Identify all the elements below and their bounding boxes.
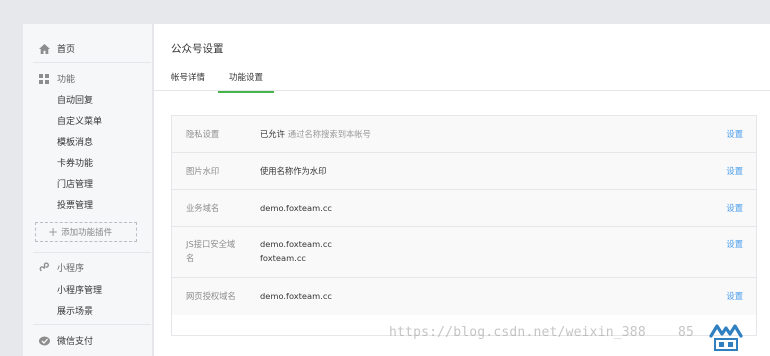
- sidebar-item-miniprogram-management[interactable]: 小程序管理: [57, 283, 102, 296]
- grid-icon: [38, 73, 50, 85]
- sidebar-group-label: 小程序: [57, 264, 85, 274]
- row-label-line: 名: [186, 253, 195, 263]
- domain-value: demo.foxteam.cc: [260, 239, 332, 249]
- row-value: demo.foxteam.cc: [260, 203, 332, 213]
- settings-row-privacy: 隐私设置 已允许 通过名称搜索到本帐号 设置: [172, 116, 756, 153]
- sidebar-group-label: 功能: [57, 75, 76, 85]
- sidebar-group-function: 功能: [23, 72, 75, 85]
- row-label: 隐私设置: [186, 129, 220, 139]
- main-panel: 公众号设置 帐号详情 功能设置 隐私设置 已允许 通过名称搜索到本帐号 设置 图片…: [154, 24, 770, 356]
- tab-bar: 帐号详情 功能设置: [154, 64, 770, 93]
- sidebar-group-wechat-pay[interactable]: 微信支付: [23, 334, 93, 347]
- page-title: 公众号设置: [171, 43, 224, 55]
- domain-value: foxteam.cc: [260, 253, 306, 263]
- sidebar-item-vote-management[interactable]: 投票管理: [57, 198, 93, 211]
- plus-icon: +: [48, 225, 59, 239]
- settings-link-oauth-domain[interactable]: 设置: [726, 289, 743, 303]
- settings-link-business-domain[interactable]: 设置: [726, 201, 743, 215]
- row-label: JS接口安全域 名: [186, 237, 235, 265]
- privacy-status: 已允许: [260, 129, 285, 139]
- sidebar-item-store-management[interactable]: 门店管理: [57, 177, 93, 190]
- settings-row-oauth-domain: 网页授权域名 demo.foxteam.cc 设置: [172, 278, 756, 315]
- sidebar-group-label: 微信支付: [57, 337, 94, 347]
- sidebar-divider: [33, 62, 151, 63]
- sidebar-item-display-scenes[interactable]: 展示场景: [57, 304, 93, 317]
- top-bar: [0, 0, 770, 24]
- sidebar-item-home[interactable]: 首页: [23, 42, 75, 55]
- settings-table: 隐私设置 已允许 通过名称搜索到本帐号 设置 图片水印 使用名称作为水印 设置 业…: [171, 115, 757, 336]
- row-value: 使用名称作为水印: [260, 166, 327, 176]
- sidebar-item-custom-menu[interactable]: 自定义菜单: [57, 114, 102, 127]
- sidebar-item-template-message[interactable]: 模板消息: [57, 135, 93, 148]
- sidebar: 首页 功能 自动回复 自定义菜单 模板消息 卡券功能 门店管理 投票管理 + 添…: [23, 24, 153, 356]
- row-value: demo.foxteam.cc foxteam.cc: [260, 237, 332, 265]
- settings-link-watermark[interactable]: 设置: [726, 164, 743, 178]
- privacy-hint: 通过名称搜索到本帐号: [287, 129, 371, 139]
- row-label: 图片水印: [186, 166, 220, 176]
- sidebar-item-label: 首页: [57, 45, 76, 55]
- settings-row-js-domain: JS接口安全域 名 demo.foxteam.cc foxteam.cc 设置: [172, 227, 756, 278]
- sidebar-group-miniprogram: 小程序: [23, 261, 84, 274]
- sidebar-item-auto-reply[interactable]: 自动回复: [57, 93, 93, 106]
- wechat-pay-icon: [38, 335, 50, 347]
- sidebar-item-coupons[interactable]: 卡券功能: [57, 156, 93, 169]
- row-label: 业务域名: [186, 203, 220, 213]
- watermark-text: https://blog.csdn.net/weixin_388 85: [389, 325, 695, 340]
- settings-link-js-domain[interactable]: 设置: [726, 237, 743, 251]
- row-label: 网页授权域名: [186, 291, 236, 301]
- sidebar-divider: [33, 324, 151, 325]
- settings-link-privacy[interactable]: 设置: [726, 127, 743, 141]
- row-value: demo.foxteam.cc: [260, 291, 332, 301]
- row-value: 已允许 通过名称搜索到本帐号: [260, 127, 371, 141]
- settings-row-business-domain: 业务域名 demo.foxteam.cc 设置: [172, 190, 756, 227]
- add-plugin-label: 添加功能插件: [61, 228, 113, 238]
- row-label-line: JS接口安全域: [186, 239, 236, 249]
- add-plugin-button[interactable]: + 添加功能插件: [35, 222, 137, 242]
- tab-function-settings[interactable]: 功能设置: [218, 71, 275, 93]
- sidebar-divider: [33, 252, 151, 253]
- miniprogram-icon: [38, 262, 50, 274]
- tab-account-details[interactable]: 帐号详情: [171, 71, 205, 91]
- settings-row-watermark: 图片水印 使用名称作为水印 设置: [172, 153, 756, 190]
- home-icon: [38, 43, 50, 55]
- watermark-logo: [709, 324, 743, 351]
